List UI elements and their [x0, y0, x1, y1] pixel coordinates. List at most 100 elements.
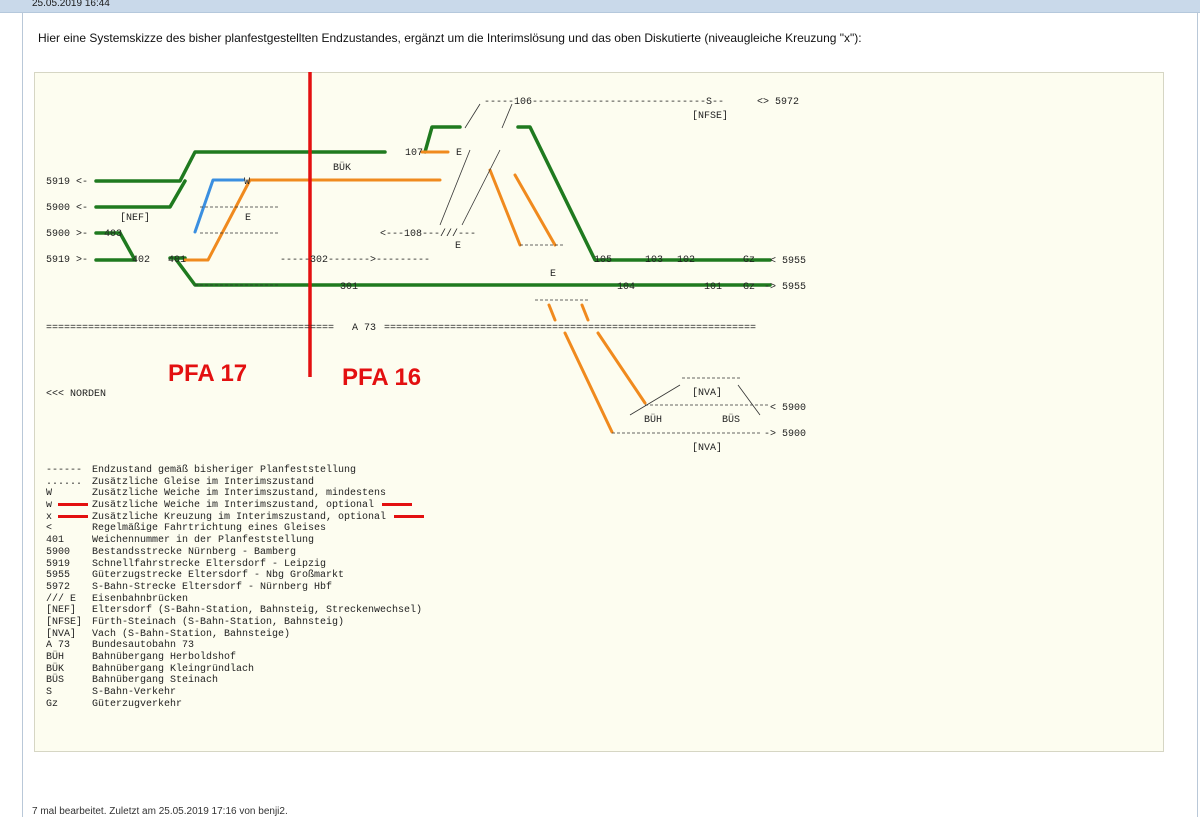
label-301: 301 [340, 282, 358, 293]
legend-row: ------ Endzustand gemäß bisheriger Planfe… [46, 465, 424, 477]
legend-symbol: 5900 [46, 546, 71, 558]
legend-description: Bahnübergang Herboldshof [92, 652, 237, 663]
legend-description: Schnellfahrstrecke Eltersdorf - Leipzig [92, 558, 327, 570]
legend-row: S S-Bahn-Verkehr [46, 687, 424, 699]
legend-description: Eltersdorf (S-Bahn-Station, Bahnsteig, S… [92, 605, 423, 617]
legend-description: Bahnübergang Kleingründlach [92, 663, 255, 675]
track-5955-upper [516, 125, 772, 262]
legend-description: Fürth-Steinach (S-Bahn-Station, Bahnstei… [92, 616, 345, 628]
legend-row: [NEF] Eltersdorf (S-Bahn-Station, Bahnste… [46, 605, 424, 617]
label-5919-north: 5919 <- [46, 177, 88, 188]
track-5900-north [94, 179, 187, 209]
label-e-mid: E [456, 148, 462, 159]
label-nef: [NEF] [120, 212, 150, 224]
edit-note: 7 mal bearbeitet. Zuletzt am 25.05.2019 … [32, 806, 288, 817]
label-104: 104 [617, 282, 635, 293]
legend-description: Bahnübergang Steinach [92, 675, 219, 687]
label-s106: -----106-----------------------------S-- [484, 97, 724, 108]
label-107: 107 [405, 148, 423, 159]
legend-description: Bestandsstrecke Nürnberg - Bamberg [92, 546, 297, 558]
legend-symbol: BÜH [46, 652, 65, 663]
interim-track-e-bridge [488, 168, 522, 247]
legend-symbol: 401 [46, 535, 65, 547]
legend-symbol: S [46, 687, 53, 699]
label-bues: BÜS [722, 413, 740, 426]
legend-symbol: ------ [46, 465, 83, 476]
legend-row: 401 Weichennummer in der Planfeststellung [46, 535, 424, 547]
interim-track-401 [183, 178, 252, 262]
legend-description: S-Bahn-Strecke Eltersdorf - Nürnberg Hbf [92, 581, 333, 593]
legend-symbol: A 73 [46, 640, 71, 652]
legend: ------ Endzustand gemäß bisheriger Planfe… [46, 465, 425, 711]
label-302: -----302------->--------- [280, 255, 430, 266]
legend-red-marker [58, 502, 88, 506]
legend-symbol: BÜK [46, 663, 65, 675]
label-bueh: BÜH [644, 413, 662, 426]
highway-label: A 73 [352, 323, 376, 334]
legend-description: Endzustand gemäß bisheriger Planfeststel… [92, 465, 357, 476]
label-nva-top: [NVA] [692, 387, 722, 399]
legend-row: A 73 Bundesautobahn 73 [46, 640, 424, 652]
interim-track-5900-b [580, 303, 590, 322]
north-label: <<< NORDEN [46, 389, 106, 400]
legend-description: Zusätzliche Gleise im Interimszustand [92, 476, 315, 488]
legend-description: Zusätzliche Weiche im Interimszustand, o… [92, 500, 375, 512]
legend-row: /// E Eisenbahnbrücken [46, 594, 424, 606]
label-e-bridge: E [455, 241, 461, 252]
legend-row: 5919 Schnellfahrstrecke Eltersdorf - Leip… [46, 559, 424, 571]
highway-right: ========================================… [384, 323, 756, 334]
legend-symbol: w [46, 500, 53, 512]
legend-red-marker-end [382, 502, 413, 506]
legend-symbol: 5972 [46, 581, 71, 593]
label-108: <---108---///--- [380, 228, 476, 240]
legend-row: W Zusätzliche Weiche im Interimszustand, … [46, 488, 424, 500]
label-402: 402 [132, 255, 150, 266]
pfa-16-label: PFA 16 [342, 364, 421, 391]
legend-description: Bundesautobahn 73 [92, 640, 195, 652]
label-401: 401 [168, 255, 186, 266]
label-403: 403 [104, 229, 122, 240]
legend-red-marker [58, 514, 88, 518]
label-101: 101 [704, 282, 722, 293]
legend-description: Weichennummer in der Planfeststellung [92, 535, 315, 547]
legend-row: 5955 Güterzugstrecke Eltersdorf - Nbg Gro… [46, 570, 424, 582]
legend-description: Güterzugverkehr [92, 698, 183, 710]
legend-description: Zusätzliche Kreuzung im Interimszustand,… [92, 511, 387, 523]
legend-symbol: [NVA] [46, 628, 77, 640]
legend-symbol: W [46, 488, 53, 500]
legend-row: BÜK Bahnübergang Kleingründlach [46, 664, 424, 676]
legend-row: [NVA] Vach (S-Bahn-Station, Bahnsteige) [46, 629, 424, 641]
legend-symbol: BÜS [46, 675, 65, 687]
label-nva-bottom: [NVA] [692, 442, 722, 454]
legend-symbol: < [46, 523, 53, 535]
legend-description: Vach (S-Bahn-Station, Bahnsteige) [92, 628, 291, 640]
label-5972: <> 5972 [757, 97, 799, 108]
legend-description: S-Bahn-Verkehr [92, 687, 177, 699]
label-w: W [244, 177, 250, 188]
legend-row: BÜH Bahnübergang Herboldshof [46, 652, 424, 664]
label-5900-south: 5900 >- [46, 229, 88, 240]
label-103: 103 [645, 255, 663, 266]
interim-track-5900-d [596, 331, 647, 405]
label-102: 102 [677, 255, 695, 266]
label-5900-north: 5900 <- [46, 203, 88, 214]
label-5955-top: < 5955 [770, 256, 806, 267]
legend-description: Regelmäßige Fahrtrichtung eines Gleises [92, 523, 327, 535]
pfa-17-label: PFA 17 [168, 360, 247, 387]
interim-track-5900-c [563, 331, 614, 434]
legend-symbol: x [46, 511, 53, 523]
label-5900-right-bottom: -> 5900 [764, 429, 806, 440]
legend-row: Gz Güterzugverkehr [46, 699, 424, 711]
legend-row: 5972 S-Bahn-Strecke Eltersdorf - Nürnberg… [46, 582, 424, 594]
label-e-right: E [550, 269, 556, 280]
legend-row: BÜS Bahnübergang Steinach [46, 675, 424, 687]
label-gz-top: Gz [743, 255, 755, 266]
label-5955-bottom: -> 5955 [764, 282, 806, 293]
legend-description: Zusätzliche Weiche im Interimszustand, m… [92, 488, 387, 500]
label-gz-bottom: Gz [743, 282, 755, 293]
highway-left: ========================================… [46, 323, 334, 334]
legend-description: Güterzugstrecke Eltersdorf - Nbg Großmar… [92, 570, 345, 582]
label-5919-south: 5919 >- [46, 255, 88, 266]
legend-row: x Zusätzliche Kreuzung im Interimszustand… [46, 511, 425, 524]
legend-symbol: [NFSE] [46, 616, 83, 628]
